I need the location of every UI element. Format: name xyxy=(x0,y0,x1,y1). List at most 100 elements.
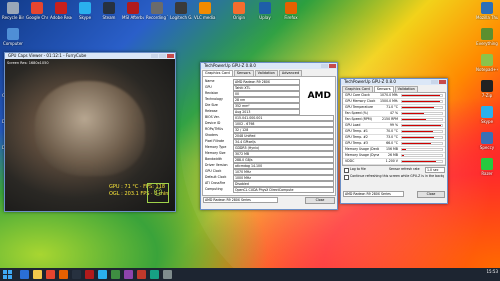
desktop-icon[interactable]: 7-Zip xyxy=(476,80,498,98)
desktop-icon-label: Firefox xyxy=(284,15,298,20)
app-icon xyxy=(55,2,67,14)
start-button[interactable] xyxy=(3,270,12,279)
desktop-icon[interactable]: Origin xyxy=(228,2,250,20)
sensor-graph xyxy=(401,148,443,151)
desktop-icon[interactable]: VLC media player xyxy=(194,2,216,20)
desktop-icon[interactable]: Mozilla Thunderbird xyxy=(476,2,498,20)
desktop-icon[interactable]: Google Chrome xyxy=(26,2,48,20)
minimize-button[interactable] xyxy=(321,64,328,68)
gpuz-close-button[interactable]: Close xyxy=(305,197,335,204)
desktop-icon[interactable]: Recording Tools xyxy=(146,2,168,20)
gpuz-row-label: Memory Type xyxy=(205,145,227,149)
sensor-value: 2150 RPM xyxy=(381,117,398,121)
desktop-icon-label: Recording Tools xyxy=(146,15,168,20)
desktop-icon[interactable]: Skype xyxy=(74,2,96,20)
sensor-graph-fill xyxy=(402,161,436,162)
gpuz-row-label: Pixel Fillrate xyxy=(205,139,225,143)
desktop-icon[interactable]: Steam xyxy=(98,2,120,20)
clock-time: 15:53 xyxy=(486,269,498,274)
sensor-value: 26 MB xyxy=(387,153,398,157)
desktop-icon[interactable]: Uplay xyxy=(254,2,276,20)
close-button[interactable] xyxy=(167,54,174,58)
taskbar-app-icon[interactable] xyxy=(137,270,146,279)
desktop-icon-label: Skype xyxy=(78,15,92,20)
taskbar-app-icon[interactable] xyxy=(98,270,107,279)
desktop-icon[interactable]: MSI Afterburner xyxy=(122,2,144,20)
minimize-button[interactable] xyxy=(431,80,438,84)
furmark-window[interactable]: GPU Caps Viewer - 01:12:1 - FurryCube Sc… xyxy=(4,52,176,212)
desktop-icon[interactable]: Logitech Gaming xyxy=(170,2,192,20)
desktop-icon[interactable]: Adobe Reader xyxy=(50,2,72,20)
taskbar-app-icon[interactable] xyxy=(20,270,29,279)
sensor-list: GPU Core Clock 1070.0 MHz GPU Memory Clock… xyxy=(342,92,446,166)
desktop-icon[interactable]: Firefox xyxy=(280,2,302,20)
taskbar-app-icon[interactable] xyxy=(150,270,159,279)
taskbar-app-icon[interactable] xyxy=(59,270,68,279)
sensors-close-button[interactable]: Close xyxy=(417,191,445,198)
maximize-button[interactable] xyxy=(159,54,166,58)
sensor-value: 156 MB xyxy=(385,147,398,151)
sensor-graph-fill xyxy=(402,95,440,96)
taskbar-app-icon[interactable] xyxy=(46,270,55,279)
fur-sphere xyxy=(35,81,145,176)
continue-checkbox[interactable] xyxy=(344,175,349,180)
desktop-icon[interactable]: Speccy xyxy=(476,132,498,150)
sensor-name: Fan Speed (%) xyxy=(345,111,369,115)
gpuz-row-label: Driver Version xyxy=(205,163,228,167)
desktop-icon-label: Skype xyxy=(480,119,494,124)
sensor-graph xyxy=(401,106,443,109)
sensor-value: 1.200 V xyxy=(385,159,398,163)
desktop-icon-label: Recycle Bin xyxy=(2,15,24,20)
sensors-card-select[interactable]: AMD Radeon R9 280X Series xyxy=(343,191,404,197)
furmark-logo-icon: ☺ xyxy=(147,183,169,203)
refresh-rate-select[interactable]: 1.0 sec xyxy=(425,167,445,173)
log-checkbox[interactable] xyxy=(344,168,349,173)
app-icon xyxy=(31,2,43,14)
gpuz-titlebar[interactable]: TechPowerUp GPU-Z 0.8.0 xyxy=(201,63,337,69)
gpuz-row-label: GPU Clock xyxy=(205,169,222,173)
desktop-icon[interactable]: Razer xyxy=(476,158,498,176)
sensor-graph-fill xyxy=(402,155,404,156)
taskbar: 15:53 xyxy=(0,268,500,281)
desktop-icon-label: Speccy xyxy=(479,145,495,150)
gpuz-row-label: Technology xyxy=(205,97,223,101)
desktop-icon[interactable]: Computer xyxy=(2,28,24,46)
taskbar-app-icon[interactable] xyxy=(85,270,94,279)
taskbar-app-icon[interactable] xyxy=(33,270,42,279)
desktop-icon[interactable]: Notepad++ xyxy=(476,54,498,72)
gpuz-row-label: BIOS Ver. xyxy=(205,115,220,119)
sensors-window[interactable]: TechPowerUp GPU-Z 0.8.0 Graphics Card Sen… xyxy=(340,78,448,204)
app-icon xyxy=(285,2,297,14)
sensor-value: 66.0 °C xyxy=(386,141,398,145)
system-clock[interactable]: 15:53 xyxy=(486,269,498,274)
gpuz-window[interactable]: TechPowerUp GPU-Z 0.8.0 Graphics Card Sen… xyxy=(200,62,338,210)
desktop-icon[interactable]: Skype xyxy=(476,106,498,124)
sensors-titlebar[interactable]: TechPowerUp GPU-Z 0.8.0 xyxy=(341,79,447,85)
taskbar-app-icon[interactable] xyxy=(124,270,133,279)
gpuz-row-value: OpenCL CUDA PhysX DirectCompute xyxy=(233,187,334,193)
desktop-icon-label: Steam xyxy=(102,15,116,20)
desktop-icon[interactable]: Recycle Bin xyxy=(2,2,24,20)
gpuz-card-select[interactable]: AMD Radeon R9 280X Series xyxy=(203,197,278,203)
sensor-row: VDDC 1.200 V xyxy=(343,159,445,165)
gpuz-row-label: Revision xyxy=(205,91,219,95)
refresh-rate-label: Sensor refresh rate xyxy=(389,167,420,171)
app-icon xyxy=(127,2,139,14)
app-icon xyxy=(151,2,163,14)
taskbar-app-icon[interactable] xyxy=(72,270,81,279)
close-button[interactable] xyxy=(439,80,446,84)
sensor-value: 73.0 °C xyxy=(386,135,398,139)
furmark-render-area: Screen Res: 1680x1050 GPU : 71 °C · FPS:… xyxy=(5,59,175,211)
desktop-icon-label: Razer xyxy=(481,171,493,176)
gpuz-row-label: Shaders xyxy=(205,133,218,137)
minimize-button[interactable] xyxy=(151,54,158,58)
desktop-icon[interactable]: Everything xyxy=(476,28,498,46)
sensors-tabs: Graphics Card Sensors Validation xyxy=(341,85,447,92)
app-icon xyxy=(79,2,91,14)
sensors-title: TechPowerUp GPU-Z 0.8.0 xyxy=(344,79,396,84)
taskbar-app-icon[interactable] xyxy=(163,270,172,279)
close-button[interactable] xyxy=(329,64,336,68)
sensor-value: 71.0 °C xyxy=(386,105,398,109)
taskbar-app-icon[interactable] xyxy=(111,270,120,279)
sensor-name: GPU Temp. #1 xyxy=(345,129,368,133)
